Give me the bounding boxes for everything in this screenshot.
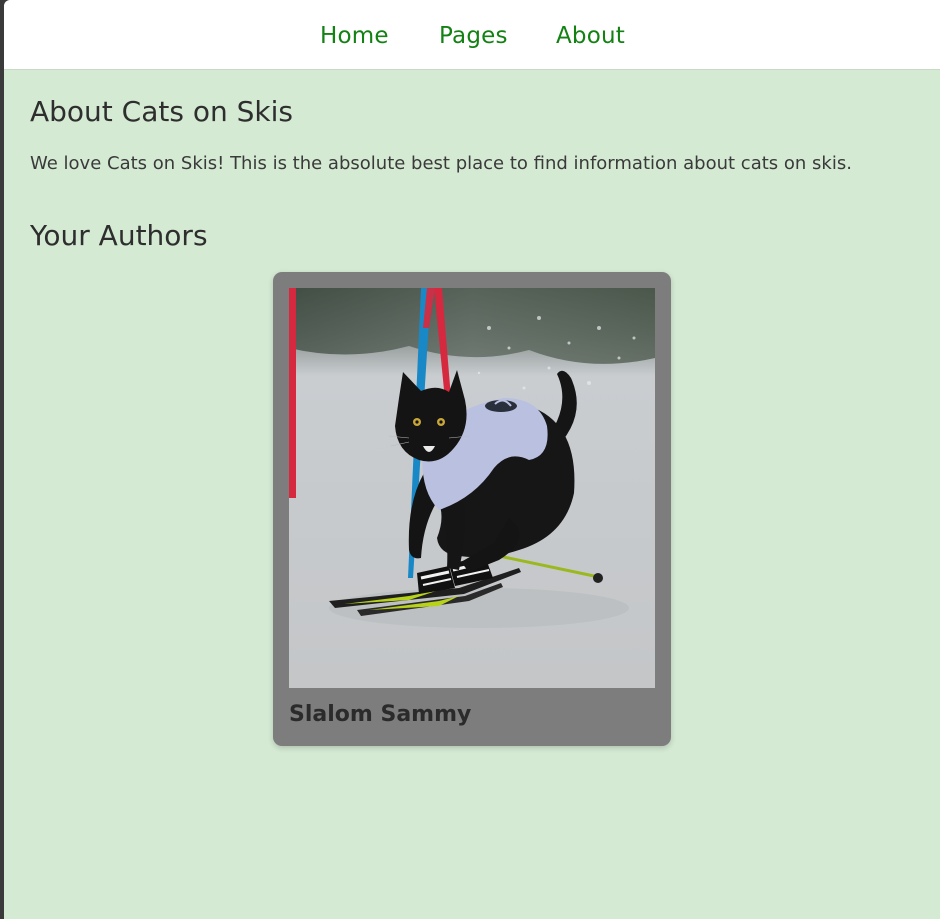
page-title: About Cats on Skis: [30, 95, 293, 128]
top-navbar: Home Pages About: [4, 0, 940, 70]
nav-home-link[interactable]: Home: [320, 20, 389, 52]
authors-heading: Your Authors: [30, 219, 208, 252]
author-card: Slalom Sammy: [273, 272, 671, 746]
nav-about-link[interactable]: About: [556, 20, 625, 52]
author-photo: [289, 288, 655, 688]
author-name: Slalom Sammy: [289, 702, 472, 727]
browser-page: Home Pages About About Cats on Skis We l…: [4, 0, 940, 919]
nav-pages-link[interactable]: Pages: [439, 20, 508, 52]
intro-paragraph: We love Cats on Skis! This is the absolu…: [30, 153, 852, 174]
